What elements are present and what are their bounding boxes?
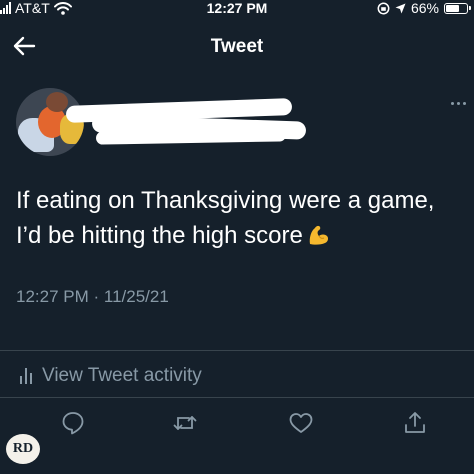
rd-watermark-logo: RD (6, 434, 40, 464)
battery-icon (444, 2, 471, 14)
status-bar: AT&T 12:27 PM 66% (0, 0, 474, 18)
page-title: Tweet (210, 36, 264, 57)
reply-icon (62, 412, 84, 435)
tweet-text: If eating on Thanksgiving were a game, I… (16, 183, 456, 253)
tweet-body: If eating on Thanksgiving were a game, I… (16, 187, 435, 249)
like-button[interactable] (288, 410, 314, 436)
flexed-biceps-icon (309, 225, 328, 245)
nav-bar: Tweet (0, 26, 474, 66)
tweet-action-bar (0, 406, 474, 440)
retweet-button[interactable] (172, 410, 198, 436)
tweet-header (0, 82, 474, 162)
battery-percent: 66% (410, 0, 439, 16)
activity-label: View Tweet activity (42, 365, 202, 386)
status-right: 66% (377, 0, 471, 16)
divider (0, 397, 474, 398)
retweet-icon (173, 416, 197, 430)
more-options-button[interactable] (451, 102, 466, 105)
author-handle-redaction-2 (95, 128, 287, 145)
tweet-timestamp: 12:27 PM · 11/25/21 (16, 287, 169, 306)
share-icon (405, 412, 425, 433)
share-button[interactable] (402, 410, 428, 436)
analytics-icon (20, 368, 32, 384)
reply-button[interactable] (60, 410, 86, 436)
battery-fill (446, 4, 459, 12)
view-tweet-activity-link[interactable]: View Tweet activity (16, 364, 202, 388)
location-arrow-icon (395, 3, 406, 13)
heart-icon (289, 413, 313, 433)
screen-lock-icon (377, 2, 390, 14)
divider (0, 350, 474, 351)
